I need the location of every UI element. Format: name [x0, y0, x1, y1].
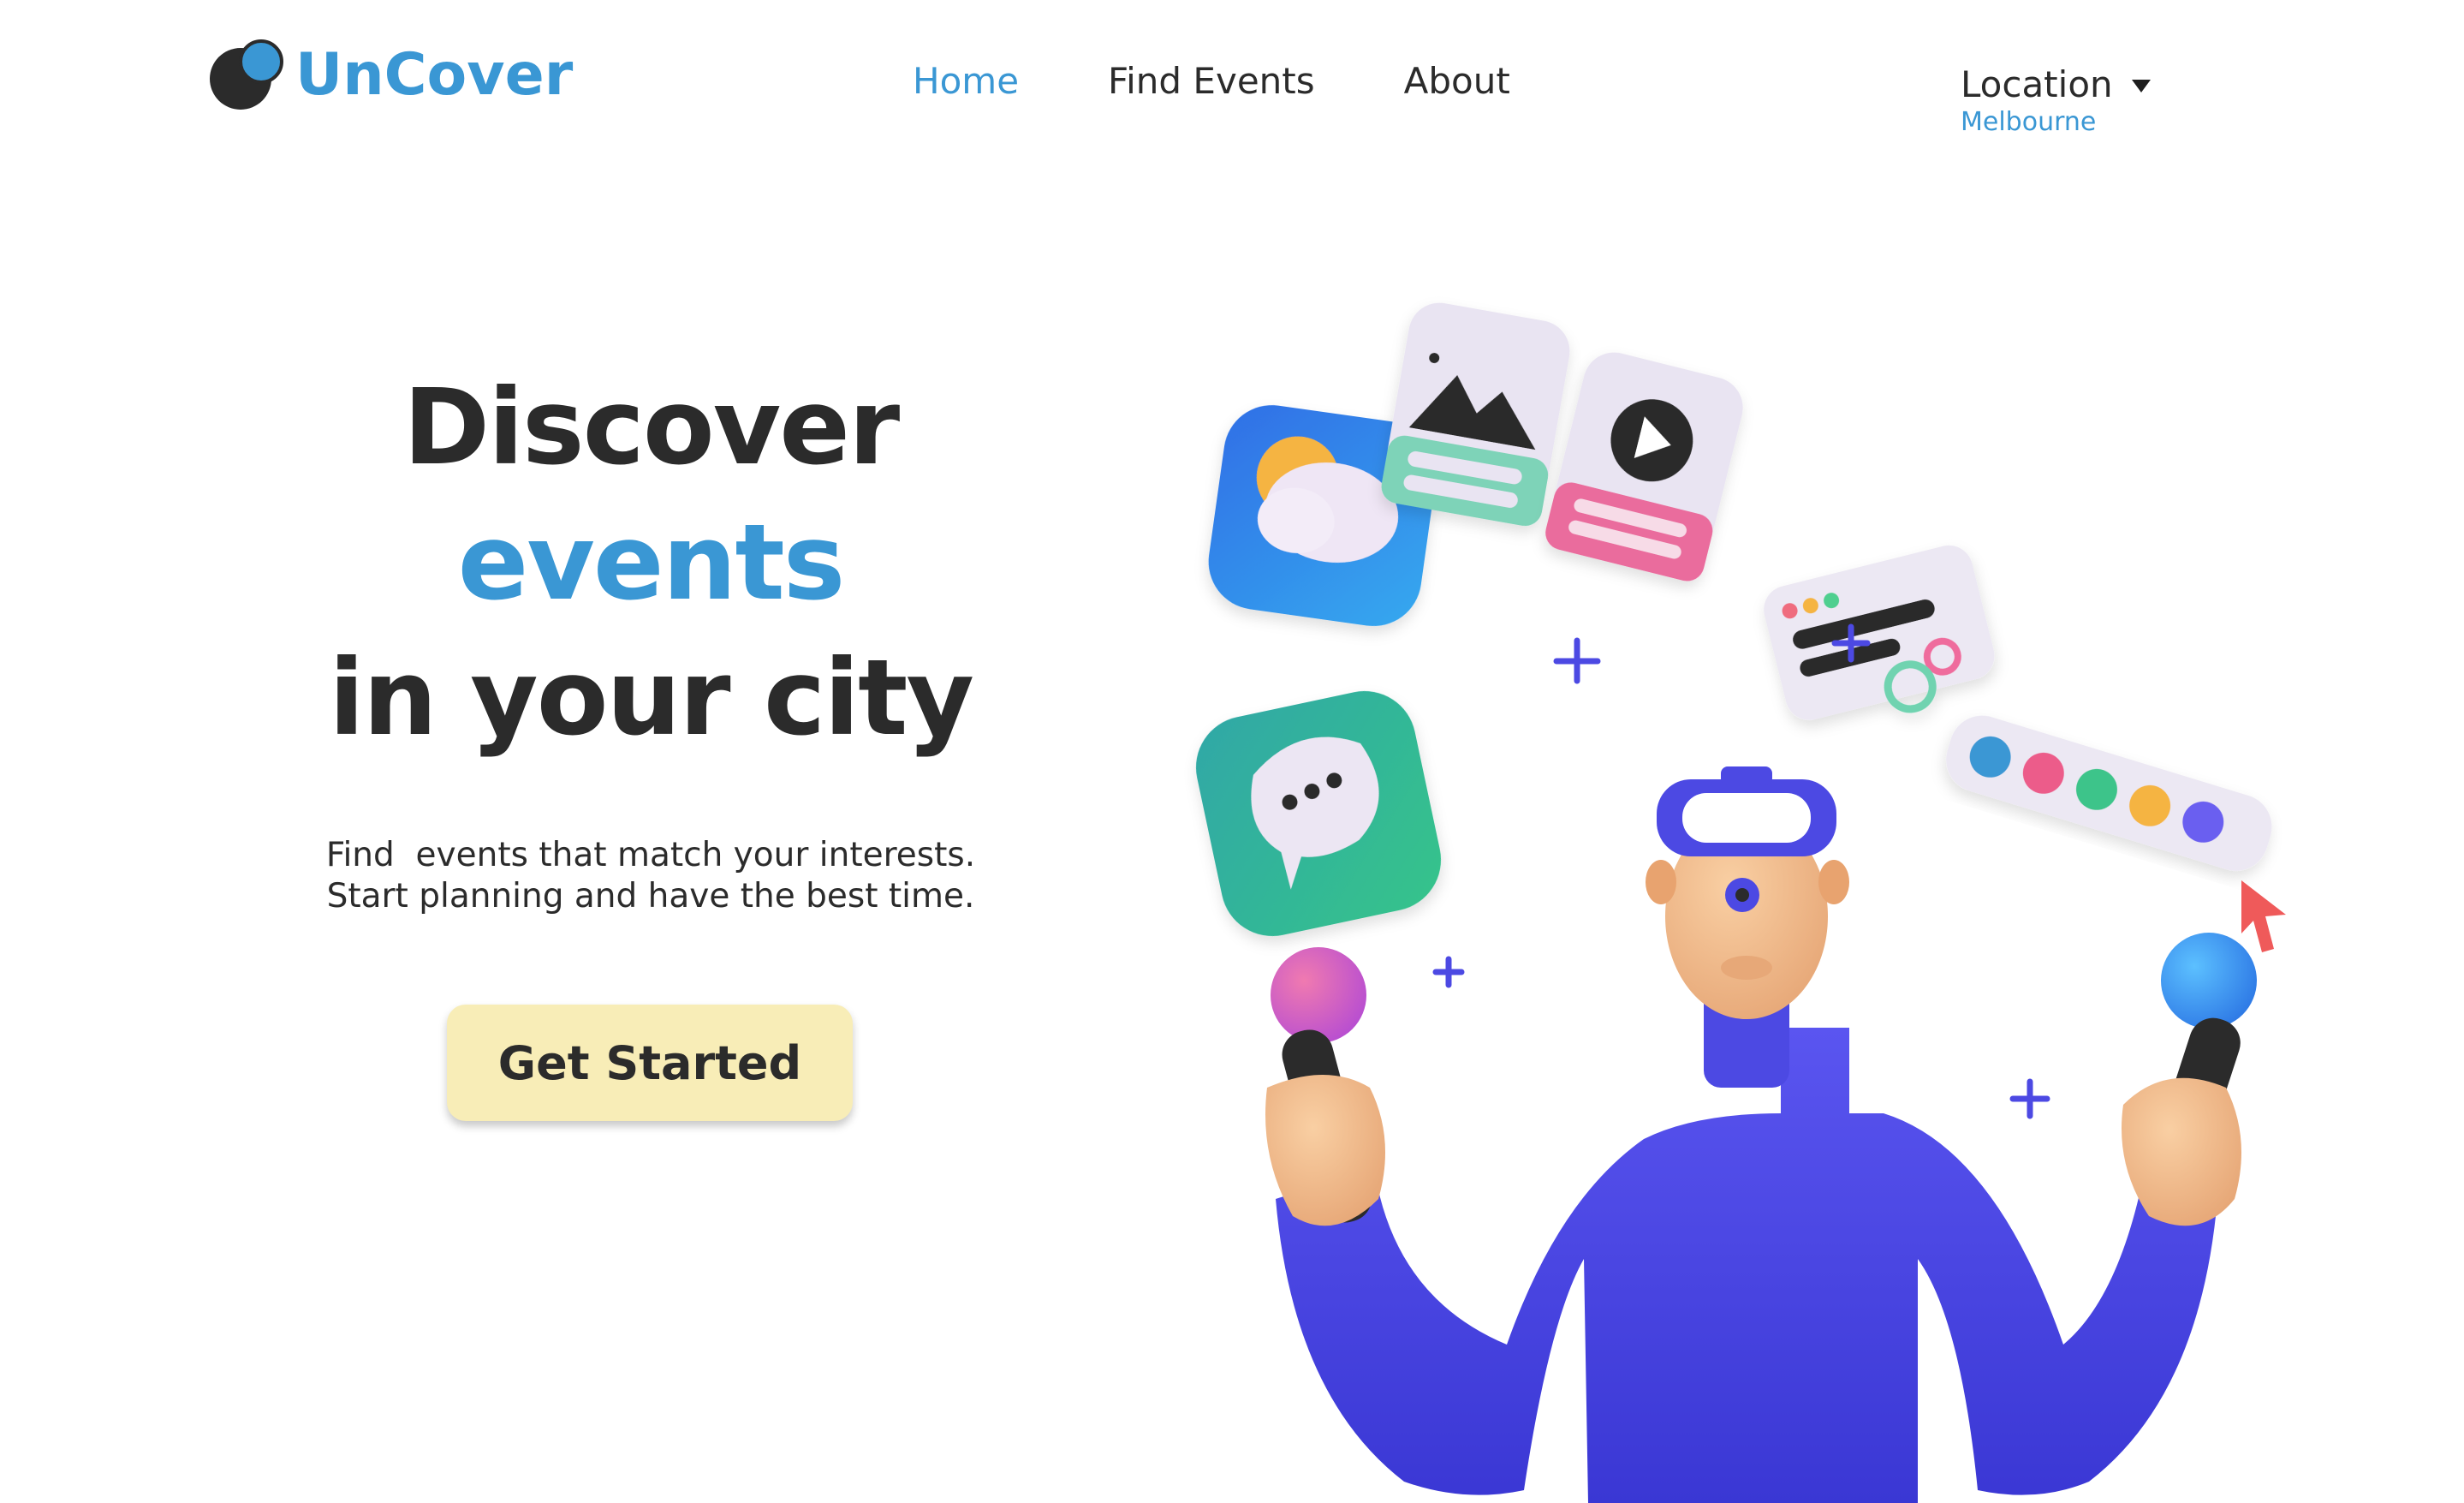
- hero-headline: Discover events in your city: [205, 360, 1096, 766]
- chat-app-icon: [1195, 690, 1442, 937]
- headline-line-2: events: [457, 502, 846, 623]
- color-palette-icon: [1946, 715, 2272, 871]
- video-card-icon: [1545, 352, 1743, 582]
- logo-mark-icon: [210, 36, 287, 113]
- vr-headset-icon: [1657, 766, 1836, 856]
- location-dropdown[interactable]: Location Melbourne: [1961, 63, 2151, 137]
- main-nav: Home Find Events About: [913, 60, 1599, 102]
- hero-illustration: [1181, 291, 2312, 1503]
- caret-down-icon[interactable]: [2131, 80, 2151, 92]
- vr-person-illustration: [1195, 302, 2286, 1503]
- nav-item-find-events[interactable]: Find Events: [1108, 60, 1315, 102]
- hero-subtext-line-2: Start planning and have the best time.: [326, 877, 975, 916]
- hero-section: Discover events in your city: [205, 360, 1096, 766]
- hero-subtext-line-1: Find events that match your interests.: [325, 836, 976, 874]
- nav-item-home[interactable]: Home: [913, 60, 1019, 102]
- logo[interactable]: UnCover: [210, 36, 573, 113]
- location-label: Location: [1961, 63, 2113, 105]
- location-row: Location: [1961, 63, 2151, 105]
- landing-page: UnCover Home Find Events About Location …: [0, 0, 2464, 1503]
- person-body: [1276, 985, 2217, 1503]
- headline-line-3: in your city: [329, 637, 974, 759]
- headline-line-1: Discover: [402, 367, 900, 488]
- hero-subtext: Find events that match your interests. S…: [205, 835, 1096, 917]
- get-started-button[interactable]: Get Started: [447, 1005, 853, 1121]
- brand-name: UnCover: [295, 40, 574, 109]
- left-controller-icon: [1265, 947, 1385, 1226]
- nav-item-about[interactable]: About: [1404, 60, 1510, 102]
- cursor-icon: [2241, 880, 2286, 952]
- image-card-icon: [1381, 302, 1570, 527]
- browser-window-icon: [1764, 545, 1995, 720]
- location-value: Melbourne: [1961, 107, 2097, 137]
- right-controller-icon: [2122, 933, 2257, 1226]
